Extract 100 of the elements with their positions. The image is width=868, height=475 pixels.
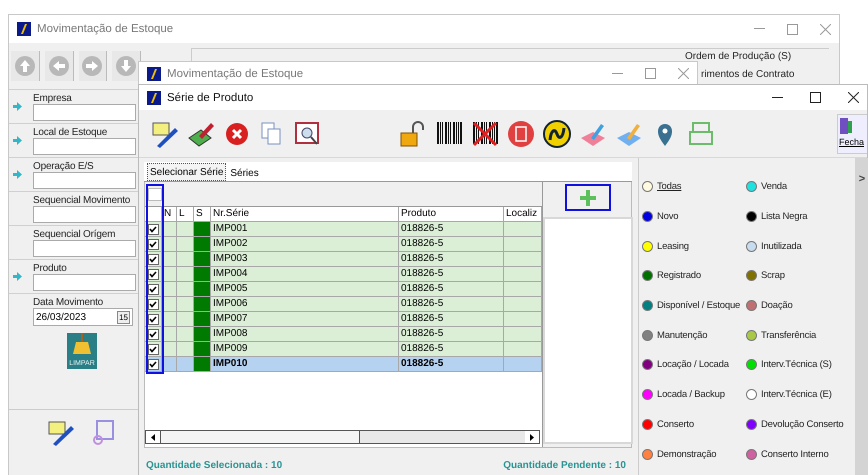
window-title: Série de Produto [167,92,254,104]
expand-panel-button[interactable]: > [858,172,866,186]
table-cell: IMP004 [211,267,399,281]
input-field[interactable] [33,172,136,188]
calendar-button[interactable]: 15 [117,310,130,324]
table-cell: IMP005 [211,282,399,296]
legend-filter[interactable]: Conserto Interno [746,439,829,469]
input-field[interactable] [33,138,136,154]
triangle-right-icon [530,434,534,440]
legend-filter[interactable]: Demonstração [642,439,716,469]
table-cell: IMP001 [211,222,399,236]
broom-icon [73,333,91,355]
column-header: Nr.Série [211,207,399,221]
field-label: Empresa [33,92,73,104]
door-icon [839,116,853,134]
minimize-icon[interactable] [772,96,783,98]
field-label: Sequencial Movimento [33,194,132,206]
radio-option-label: Ordem de Produção (S) [685,51,792,62]
row-checkbox[interactable] [148,344,158,354]
row-checkbox[interactable] [148,284,158,294]
field-label: Local de Estoque [33,126,108,138]
padlock-icon[interactable] [399,120,427,148]
legend-filter[interactable]: Locada / Backup [642,380,725,410]
grid-row[interactable]: IMP009 018826-5 [145,342,542,357]
legend-filter[interactable]: Leasing [642,231,689,262]
legend-filter[interactable]: Locação / Locada [642,350,729,380]
row-checkbox[interactable] [148,254,158,264]
column-header: Produto [399,207,504,221]
pending-count: Quantidade Pendente : 10 [503,460,626,471]
add-button[interactable] [565,184,611,211]
row-checkbox[interactable] [148,358,158,370]
legend-filter[interactable]: Lista Negra [746,202,808,232]
column-header: Localiz [504,207,542,221]
table-cell: IMP007 [211,312,399,326]
grid-row[interactable]: IMP007 018826-5 [145,312,542,327]
row-checkbox[interactable] [148,238,158,250]
clipboard-icon[interactable] [91,418,117,446]
scroll-left-button[interactable] [146,431,160,443]
close-button[interactable]: Fecha [837,114,867,154]
horizontal-scrollbar[interactable] [145,430,540,444]
row-checkbox[interactable] [148,328,158,340]
table-cell: 018826-5 [399,342,504,356]
column-header: N [162,207,177,221]
table-cell: IMP002 [211,237,399,251]
close-icon[interactable] [848,92,859,103]
app-logo-icon [17,22,31,36]
maximize-icon[interactable] [810,92,821,103]
grid-row[interactable]: IMP005 018826-5 [145,282,542,297]
row-checkbox[interactable] [148,314,158,324]
table-cell: 018826-5 [399,357,504,371]
row-checkbox[interactable] [148,268,158,280]
legend-filter[interactable]: Interv.Técnica (S) [746,350,832,380]
window-title: Movimentação de Estoque [37,23,174,35]
row-checkbox[interactable] [148,224,158,234]
legend-filter[interactable]: Registrado [642,261,701,291]
legend-filter[interactable]: Inutilizada [746,231,802,262]
search-document-icon[interactable] [293,120,321,148]
grid-row[interactable]: IMP001 018826-5 [145,222,542,237]
triangle-left-icon [151,434,155,440]
input-field[interactable] [33,240,136,256]
legend-filter[interactable]: Todas [642,172,682,202]
input-field[interactable] [33,274,136,290]
document-circle-icon[interactable] [507,120,535,148]
grid-row[interactable]: IMP006 018826-5 [145,297,542,312]
input-field[interactable] [33,206,136,222]
scroll-right-button[interactable] [525,431,539,443]
grid-row[interactable]: IMP003 018826-5 [145,252,542,267]
legend-filter[interactable]: Doação [746,290,793,320]
edit-note-icon[interactable] [151,120,179,148]
grid-row[interactable]: IMP008 018826-5 [145,327,542,342]
selected-count: Quantidade Selecionada : 10 [146,460,282,471]
table-cell: IMP003 [211,252,399,266]
legend-filter[interactable]: Scrap [746,261,785,291]
grid-row[interactable]: IMP004 018826-5 [145,267,542,282]
input-field[interactable] [33,104,136,120]
legend-filter[interactable]: Manutenção [642,320,708,350]
table-cell: 018826-5 [399,282,504,296]
legend-filter[interactable]: Transferência [746,320,816,350]
legend-filter[interactable]: Conserto [642,410,694,440]
legend-filter[interactable]: Interv.Técnica (E) [746,380,832,410]
barcode-crossed-icon[interactable] [471,120,499,148]
field-label: Produto [33,262,68,274]
field-label: Operação E/S [33,160,94,172]
tab[interactable]: Selecionar Série [147,163,226,181]
grid-row[interactable]: IMP010 018826-5 [145,357,542,372]
filter-checkbox[interactable] [148,188,162,200]
row-checkbox[interactable] [148,298,158,310]
n-logo-icon[interactable] [543,120,571,148]
tab[interactable]: Séries [228,165,261,181]
legend-filter[interactable]: Venda [746,172,787,202]
radio-option-label: rimentos de Contrato [701,69,794,80]
grid-row[interactable]: IMP002 018826-5 [145,237,542,252]
column-header: L [177,207,194,221]
table-cell: 018826-5 [399,222,504,236]
legend-filter[interactable]: Novo [642,202,678,232]
table-cell: IMP009 [211,342,399,356]
table-cell: 018826-5 [399,237,504,251]
legend-filter[interactable]: Disponível / Estoque [642,290,740,320]
date-field[interactable]: 26/03/2023 15 [33,308,133,326]
legend-filter[interactable]: Devolução Conserto [746,410,844,440]
